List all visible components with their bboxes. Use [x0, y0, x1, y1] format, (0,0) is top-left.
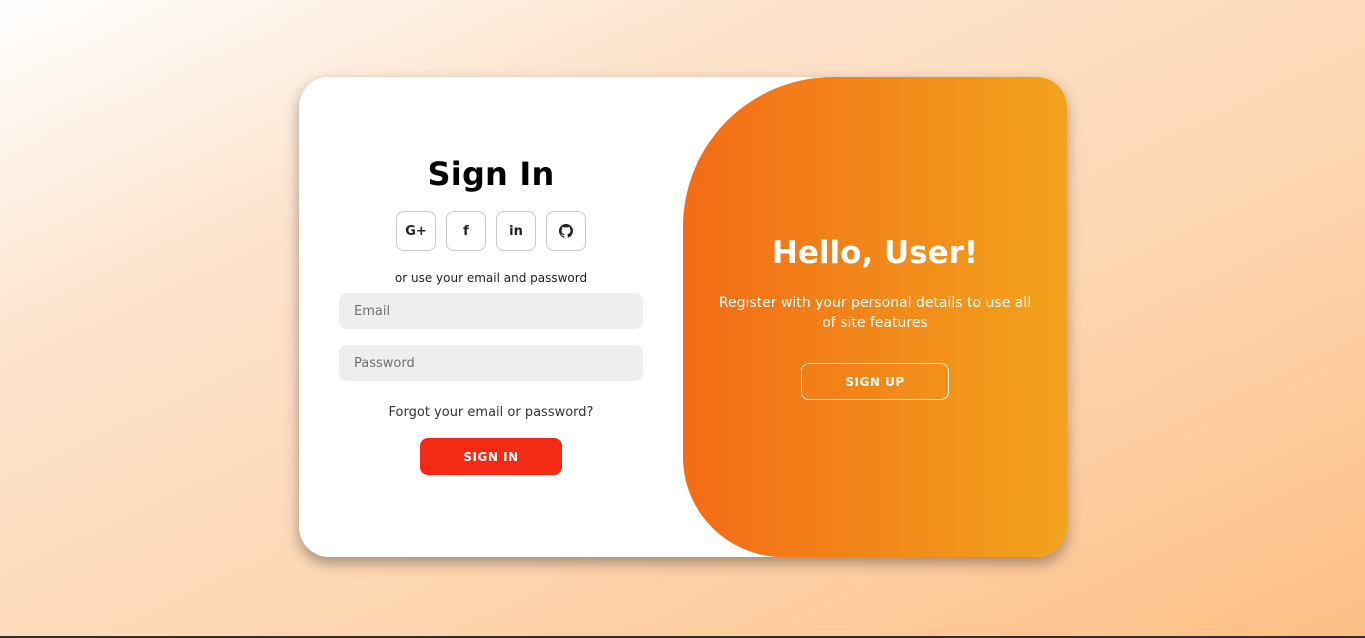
linkedin-icon: in	[509, 223, 523, 239]
welcome-text: Register with your personal details to u…	[718, 295, 1032, 331]
sign-in-panel: Sign In G+ f in or use your email and pa…	[299, 77, 683, 557]
linkedin-button[interactable]: in	[496, 211, 536, 251]
facebook-icon: f	[463, 223, 469, 239]
github-button[interactable]	[546, 211, 586, 251]
welcome-title: Hello, User!	[771, 235, 979, 271]
social-login-group: G+ f in	[396, 211, 586, 251]
sign-in-title: Sign In	[427, 155, 555, 193]
facebook-button[interactable]: f	[446, 211, 486, 251]
forgot-password-link[interactable]: Forgot your email or password?	[389, 405, 594, 420]
password-field[interactable]	[339, 345, 643, 381]
alt-login-text: or use your email and password	[394, 271, 588, 285]
google-plus-button[interactable]: G+	[396, 211, 436, 251]
sign-up-panel: Hello, User! Register with your personal…	[683, 77, 1067, 557]
auth-card: Sign In G+ f in or use your email and pa…	[299, 77, 1067, 557]
github-icon	[559, 224, 573, 238]
google-plus-icon: G+	[405, 223, 427, 239]
email-field[interactable]	[339, 293, 643, 329]
sign-up-button[interactable]: SIGN UP	[801, 363, 949, 400]
sign-in-button[interactable]: SIGN IN	[420, 438, 562, 475]
